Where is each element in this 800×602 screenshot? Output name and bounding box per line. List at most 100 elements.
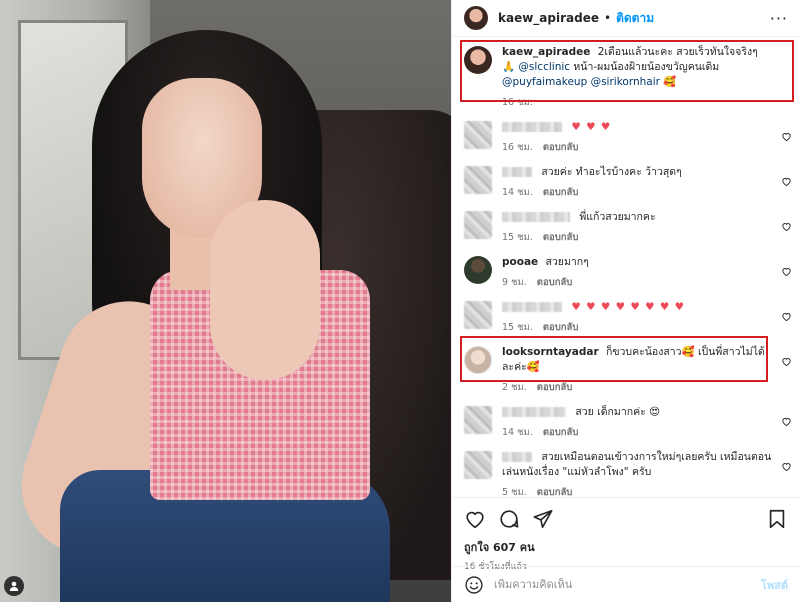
caption-avatar[interactable] [464,46,492,74]
blurred-username[interactable] [502,407,566,417]
caption-username[interactable]: kaew_apiradee [502,46,590,58]
comment-item: สวยค่ะ ทำอะไรบ้างคะ ว้าวสุดๆ 14 ชม. ตอบกล… [464,160,792,205]
post-sidebar: kaew_apiradee • ติดตาม ··· kaew_apiradee… [451,0,800,602]
header-separator: • [604,11,612,25]
like-count[interactable]: ถูกใจ 607 คน [464,538,788,556]
post-actions: ถูกใจ 607 คน 16 ชั่วโมงที่แล้ว [452,497,800,573]
reply-button[interactable]: ตอบกลับ [543,142,579,153]
like-icon[interactable] [464,508,486,530]
caption-text: 🥰 [663,76,677,88]
blurred-username[interactable] [502,122,562,132]
comment-text: สวย เด็กมากค่ะ 😍 [575,406,661,418]
comment-time: 5 ชม. [502,487,527,497]
post-photo[interactable] [0,0,451,602]
blurred-username[interactable] [502,167,532,177]
comment-meta: 2 ชม. ตอบกลับ [502,380,772,395]
comment-body: สวย เด็กมากค่ะ 😍 14 ชม. ตอบกลับ [502,405,772,440]
like-comment-icon[interactable] [781,266,792,277]
share-icon[interactable] [532,508,554,530]
comments-list[interactable]: kaew_apiradee 2เดือนแล้วนะคะ สวยเร็วทันใ… [452,37,800,497]
like-comment-icon[interactable] [781,356,792,367]
comment-input[interactable] [494,578,761,591]
commenter-avatar[interactable] [464,301,492,329]
like-comment-icon[interactable] [781,461,792,472]
emoji-icon[interactable] [464,575,484,595]
comment-meta: 9 ชม. ตอบกลับ [502,275,772,290]
comment-text: ♥ ♥ ♥ ♥ ♥ ♥ ♥ ♥ [571,301,686,313]
commenter-avatar[interactable] [464,256,492,284]
commenter-avatar[interactable] [464,406,492,434]
comment-text: พี่แก้วสวยมากคะ [579,211,656,223]
like-comment-icon[interactable] [781,311,792,322]
post-header: kaew_apiradee • ติดตาม ··· [452,0,800,37]
right-arm [210,200,320,380]
reply-button[interactable]: ตอบกลับ [537,277,573,288]
comment-body: ♥ ♥ ♥ ♥ ♥ ♥ ♥ ♥ 15 ชม. ตอบกลับ [502,300,772,335]
commenter-avatar[interactable] [464,166,492,194]
comment-body: looksorntayadar ก็ขวบคะน้องสาว🥰 เป็นพี่ส… [502,345,772,395]
comment-body: สวยเหมือนตอนเข้าวงการใหม่ๆเลยครับ เหมือน… [502,450,772,497]
comment-item: ♥ ♥ ♥ 16 ชม. ตอบกลับ [464,115,792,160]
save-icon[interactable] [766,508,788,530]
commenter-avatar[interactable] [464,211,492,239]
comment-meta: 14 ชม. ตอบกลับ [502,425,772,440]
add-comment-bar: โพสต์ [452,566,800,602]
comment-item: pooae สวยมากๆ 9 ชม. ตอบกลับ [464,250,792,295]
caption: kaew_apiradee 2เดือนแล้วนะคะ สวยเร็วทันใ… [464,37,792,115]
comment-body: ♥ ♥ ♥ 16 ชม. ตอบกลับ [502,120,772,155]
comment-body: สวยค่ะ ทำอะไรบ้างคะ ว้าวสุดๆ 14 ชม. ตอบกล… [502,165,772,200]
comment-time: 2 ชม. [502,382,527,393]
reply-button[interactable]: ตอบกลับ [537,382,573,393]
reply-button[interactable]: ตอบกลับ [543,187,579,198]
comment-text: สวยมากๆ [545,256,589,268]
more-options-icon[interactable]: ··· [770,9,788,28]
tagged-user-icon[interactable] [4,576,24,596]
follow-button[interactable]: ติดตาม [616,9,654,28]
comment-meta: 5 ชม. ตอบกลับ [502,485,772,497]
comment-text: สวยเหมือนตอนเข้าวงการใหม่ๆเลยครับ เหมือน… [502,451,772,478]
comment-meta: 15 ชม. ตอบกลับ [502,320,772,335]
comment-text: ♥ ♥ ♥ [571,121,612,133]
comment-time: 9 ชม. [502,277,527,288]
reply-button[interactable]: ตอบกลับ [543,322,579,333]
comment-text: สวยค่ะ ทำอะไรบ้างคะ ว้าวสุดๆ [541,166,682,178]
comment-time: 15 ชม. [502,322,533,333]
caption-time: 16 ชม. [502,97,533,108]
owner-username[interactable]: kaew_apiradee [498,11,599,25]
reply-button[interactable]: ตอบกลับ [543,427,579,438]
comment-time: 14 ชม. [502,427,533,438]
caption-text: หน้า-ผมน้องฝ้ายน้องขวัญคนเดิม [573,61,720,73]
comment-item: ♥ ♥ ♥ ♥ ♥ ♥ ♥ ♥ 15 ชม. ตอบกลับ [464,295,792,340]
blurred-username[interactable] [502,452,532,462]
comment-item: พี่แก้วสวยมากคะ 15 ชม. ตอบกลับ [464,205,792,250]
comment-body: พี่แก้วสวยมากคะ 15 ชม. ตอบกลับ [502,210,772,245]
owner-avatar[interactable] [464,6,488,30]
commenter-avatar[interactable] [464,346,492,374]
commenter-avatar[interactable] [464,451,492,479]
like-comment-icon[interactable] [781,416,792,427]
like-comment-icon[interactable] [781,131,792,142]
mention-link[interactable]: @slcclinic [518,61,570,73]
mention-link[interactable]: @puyfaimakeup [502,76,587,88]
commenter-avatar[interactable] [464,121,492,149]
commenter-username[interactable]: looksorntayadar [502,346,599,358]
comment-time: 15 ชม. [502,232,533,243]
comment-meta: 15 ชม. ตอบกลับ [502,230,772,245]
caption-body: kaew_apiradee 2เดือนแล้วนะคะ สวยเร็วทันใ… [502,45,772,110]
action-bar [464,506,788,532]
blurred-username[interactable] [502,302,562,312]
mention-link[interactable]: @sirikornhair [591,76,660,88]
comment-time: 14 ชม. [502,187,533,198]
like-comment-icon[interactable] [781,176,792,187]
like-comment-icon[interactable] [781,221,792,232]
comment-item: สวย เด็กมากค่ะ 😍 14 ชม. ตอบกลับ [464,400,792,445]
post-comment-button[interactable]: โพสต์ [761,576,788,594]
comment-body: pooae สวยมากๆ 9 ชม. ตอบกลับ [502,255,772,290]
commenter-username[interactable]: pooae [502,256,538,268]
blurred-username[interactable] [502,212,570,222]
comment-icon[interactable] [498,508,520,530]
comment-item: looksorntayadar ก็ขวบคะน้องสาว🥰 เป็นพี่ส… [464,340,792,400]
comment-meta: 14 ชม. ตอบกลับ [502,185,772,200]
reply-button[interactable]: ตอบกลับ [537,487,573,497]
reply-button[interactable]: ตอบกลับ [543,232,579,243]
